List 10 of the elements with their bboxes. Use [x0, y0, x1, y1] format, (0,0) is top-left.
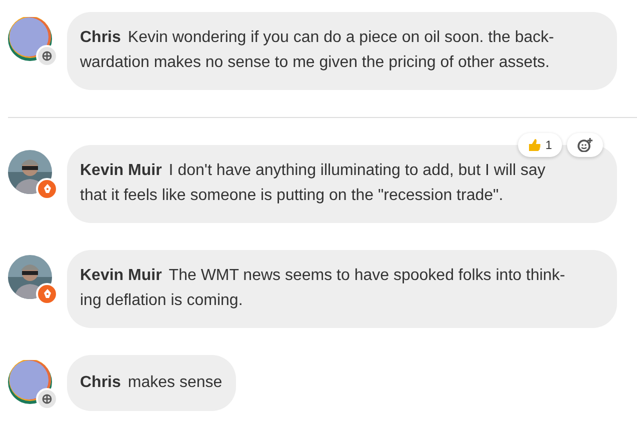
message-text: Kevin Muir The WMT news seems to have spooked folks into think- ing deflation is coming.	[80, 266, 566, 311]
thumbs-up-icon	[528, 138, 542, 152]
avatar-icon	[8, 17, 52, 61]
message-text: Kevin Muir I don't have anything illuminating to add, but I will say that it feels like someone is putting on the "recession trade".	[80, 161, 546, 206]
reaction-button[interactable]: 1	[518, 133, 562, 157]
avatar-icon	[8, 360, 52, 404]
add-reaction-button[interactable]	[567, 133, 603, 157]
add-emoji-icon	[577, 138, 593, 152]
message-text: Chris Kevin wondering if you can do a piece on oil soon. the back- wardation makes no sense to me given the pricing of other assets.	[80, 28, 555, 73]
message-text: Chris makes sense	[80, 373, 222, 393]
